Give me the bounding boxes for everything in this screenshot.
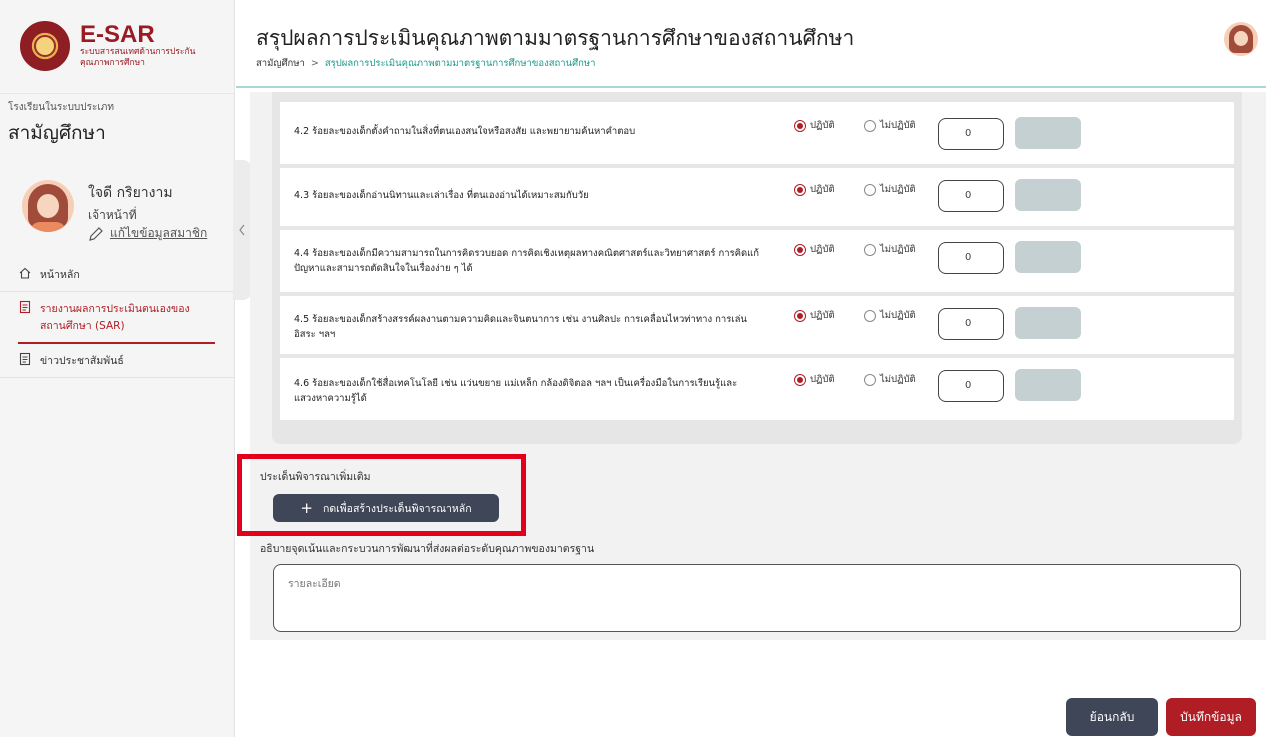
- radio-not-practice[interactable]: ไม่ปฏิบัติ: [864, 242, 916, 257]
- plus-icon: +: [300, 499, 313, 517]
- description-label: อธิบายจุดเน้นและกระบวนการพัฒนาที่ส่งผลต่…: [260, 543, 595, 555]
- user-role: เจ้าหน้าที่: [88, 208, 137, 222]
- sidebar-nav: หน้าหลัก รายงานผลการประเมินตนเองของสถานศ…: [0, 258, 235, 378]
- radio-not-practice[interactable]: ไม่ปฏิบัติ: [864, 372, 916, 387]
- logo-subtitle: ระบบสารสนเทศด้านการประกัน: [80, 46, 196, 57]
- sidebar-item-label: ข่าวประชาสัมพันธ์: [40, 355, 124, 367]
- sidebar-item-label: รายงานผลการประเมินตนเองของสถานศึกษา (SAR…: [40, 303, 190, 332]
- logo[interactable]: E-SAR ระบบสารสนเทศด้านการประกัน คุณภาพกา…: [0, 0, 235, 91]
- sidebar: E-SAR ระบบสารสนเทศด้านการประกัน คุณภาพกา…: [0, 0, 235, 737]
- breadcrumb: สามัญศึกษา > สรุปผลการประเมินคุณภาพตามมา…: [256, 56, 596, 71]
- breadcrumb-current: สรุปผลการประเมินคุณภาพตามมาตรฐานการศึกษา…: [324, 58, 596, 69]
- sidebar-item-sar-report[interactable]: รายงานผลการประเมินตนเองของสถานศึกษา (SAR…: [0, 292, 235, 342]
- school-type-label: โรงเรียนในระบบประเภท: [8, 102, 114, 113]
- chevron-left-icon: [239, 224, 245, 236]
- page-title: สรุปผลการประเมินคุณภาพตามมาตรฐานการศึกษา…: [256, 26, 855, 50]
- header: สรุปผลการประเมินคุณภาพตามมาตรฐานการศึกษา…: [236, 0, 1266, 88]
- edit-profile-link[interactable]: แก้ไขข้อมูลสมาชิก: [88, 224, 207, 243]
- school-type: สามัญศึกษา: [8, 122, 106, 144]
- radio-practice[interactable]: ปฏิบัติ: [794, 118, 835, 133]
- criteria-row-4-3: 4.3 ร้อยละของเด็กอ่านนิทานและเล่าเรื่อง …: [280, 168, 1234, 226]
- sidebar-item-news[interactable]: ข่าวประชาสัมพันธ์: [0, 344, 235, 377]
- score-box: [1015, 117, 1081, 149]
- radio-practice[interactable]: ปฏิบัติ: [794, 308, 835, 323]
- sidebar-item-home[interactable]: หน้าหลัก: [0, 258, 235, 291]
- logo-title: E-SAR: [80, 20, 155, 48]
- logo-seal-icon: [20, 20, 70, 71]
- criteria-row-4-6: 4.6 ร้อยละของเด็กใช้สื่อเทคโนโลยี เช่น แ…: [280, 358, 1234, 420]
- criteria-row-4-2: 4.2 ร้อยละของเด็กตั้งคำถามในสิ่งที่ตนเอง…: [280, 102, 1234, 164]
- breadcrumb-root[interactable]: สามัญศึกษา: [256, 56, 305, 71]
- criteria-list: 4.2 ร้อยละของเด็กตั้งคำถามในสิ่งที่ตนเอง…: [272, 92, 1242, 444]
- count-input[interactable]: 0: [938, 242, 1004, 274]
- pencil-icon: [89, 226, 103, 241]
- back-button[interactable]: ย้อนกลับ: [1066, 698, 1158, 736]
- breadcrumb-separator: >: [310, 58, 319, 69]
- sidebar-item-label: หน้าหลัก: [40, 269, 80, 281]
- create-consideration-button[interactable]: + กดเพื่อสร้างประเด็นพิจารณาหลัก: [273, 494, 499, 522]
- criteria-text: 4.2 ร้อยละของเด็กตั้งคำถามในสิ่งที่ตนเอง…: [294, 126, 636, 137]
- avatar: [22, 180, 74, 232]
- score-box: [1015, 307, 1081, 339]
- main-content: 4.2 ร้อยละของเด็กตั้งคำถามในสิ่งที่ตนเอง…: [250, 92, 1266, 640]
- count-input[interactable]: 0: [938, 308, 1004, 340]
- radio-practice[interactable]: ปฏิบัติ: [794, 372, 835, 387]
- criteria-row-4-4: 4.4 ร้อยละของเด็กมีความสามารถในการคิดรวบ…: [280, 230, 1234, 292]
- criteria-text: 4.5 ร้อยละของเด็กสร้างสรรค์ผลงานตามความค…: [294, 314, 747, 340]
- score-box: [1015, 369, 1081, 401]
- criteria-row-4-5: 4.5 ร้อยละของเด็กสร้างสรรค์ผลงานตามความค…: [280, 296, 1234, 354]
- count-input[interactable]: 0: [938, 118, 1004, 150]
- create-consideration-label: กดเพื่อสร้างประเด็นพิจารณาหลัก: [323, 502, 472, 515]
- criteria-text: 4.3 ร้อยละของเด็กอ่านนิทานและเล่าเรื่อง …: [294, 190, 589, 201]
- radio-not-practice[interactable]: ไม่ปฏิบัติ: [864, 308, 916, 323]
- home-icon: [19, 267, 31, 279]
- divider: [0, 93, 235, 94]
- extra-considerations-label: ประเด็นพิจารณาเพิ่มเติม: [260, 471, 371, 483]
- count-input[interactable]: 0: [938, 370, 1004, 402]
- radio-practice[interactable]: ปฏิบัติ: [794, 182, 835, 197]
- radio-not-practice[interactable]: ไม่ปฏิบัติ: [864, 118, 916, 133]
- criteria-text: 4.6 ร้อยละของเด็กใช้สื่อเทคโนโลยี เช่น แ…: [294, 378, 738, 404]
- description-textarea[interactable]: [273, 564, 1241, 632]
- score-box: [1015, 179, 1081, 211]
- save-button[interactable]: บันทึกข้อมูล: [1166, 698, 1256, 736]
- edit-profile-label: แก้ไขข้อมูลสมาชิก: [110, 226, 208, 240]
- sidebar-collapse-button[interactable]: [233, 160, 251, 300]
- user-name: ใจดี กริยางาม: [88, 185, 173, 201]
- document-icon: [19, 300, 31, 314]
- header-avatar[interactable]: [1224, 22, 1258, 56]
- logo-subtitle-2: คุณภาพการศึกษา: [80, 57, 145, 68]
- radio-practice[interactable]: ปฏิบัติ: [794, 242, 835, 257]
- criteria-text: 4.4 ร้อยละของเด็กมีความสามารถในการคิดรวบ…: [294, 248, 760, 274]
- score-box: [1015, 241, 1081, 273]
- news-icon: [19, 352, 31, 366]
- count-input[interactable]: 0: [938, 180, 1004, 212]
- radio-not-practice[interactable]: ไม่ปฏิบัติ: [864, 182, 916, 197]
